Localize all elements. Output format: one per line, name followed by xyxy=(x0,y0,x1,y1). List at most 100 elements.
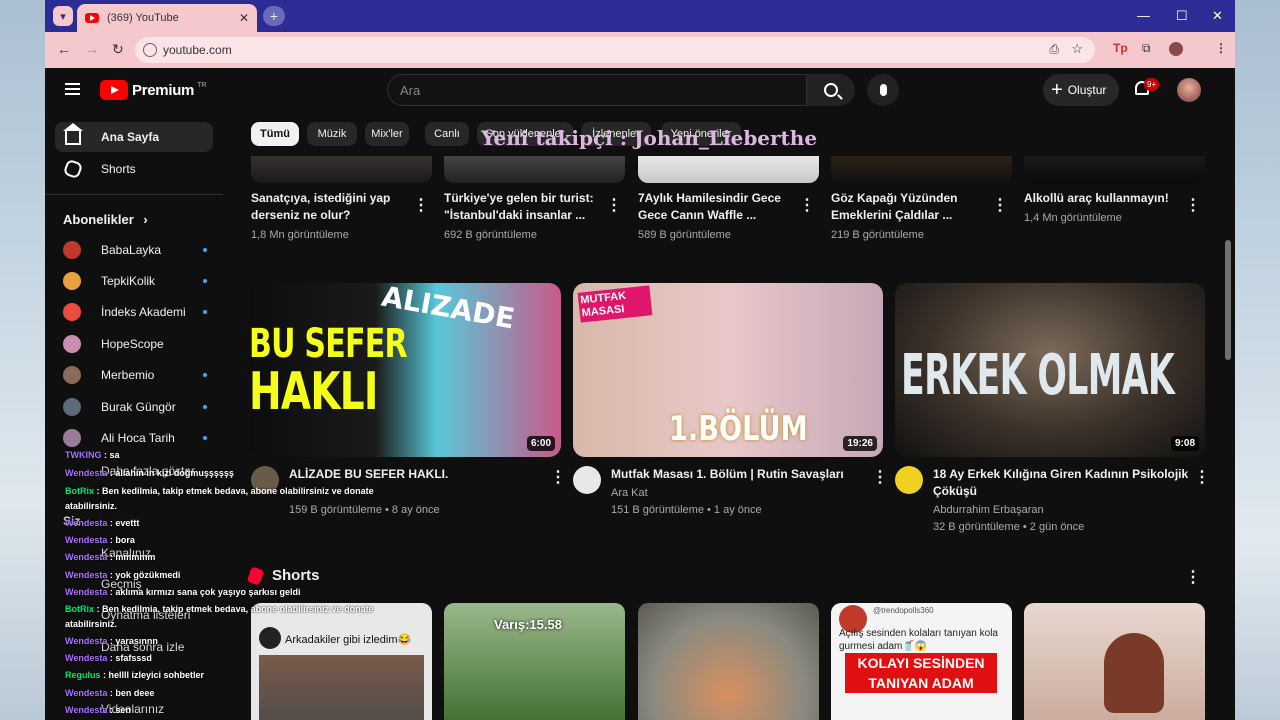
short-thumbnail[interactable]: @trendopolls360 Açılış sesinden kolaları… xyxy=(831,603,1012,720)
subscription-name: HopeScope xyxy=(101,337,164,351)
feed-scrollbar[interactable] xyxy=(1225,240,1231,360)
sidebar-item-shorts[interactable]: Shorts xyxy=(55,154,213,184)
video-meta: 151 B görüntüleme • 1 ay önce xyxy=(611,504,762,516)
short-handle: @trendopolls360 xyxy=(873,606,934,615)
video-thumbnail[interactable]: BU SEFER HAKLI ALIZADE 6:00 xyxy=(251,283,561,457)
chat-username: Wendesta xyxy=(65,636,108,646)
video-meta: 589 B görüntüleme xyxy=(638,229,731,241)
video-more-icon[interactable] xyxy=(992,195,1008,215)
close-window-icon[interactable]: ✕ xyxy=(1212,8,1223,24)
subscriptions-title: Abonelikler xyxy=(63,212,134,227)
notification-badge: 9+ xyxy=(1144,78,1160,91)
subscription-name: Merbemio xyxy=(101,368,155,382)
browser-menu-icon[interactable]: ⋮ xyxy=(1215,41,1227,55)
sidebar-subscription[interactable]: Burak Güngör xyxy=(63,393,213,421)
subscription-name: İndeks Akademi xyxy=(101,305,186,319)
video-title[interactable]: Türkiye'ye gelen bir turist: "İstanbul'da… xyxy=(444,190,594,224)
sidebar-subscription[interactable]: BabaLayka xyxy=(63,236,213,264)
chat-message: : mmmmm xyxy=(109,552,156,562)
chat-username: Wendesta xyxy=(65,468,108,478)
video-thumbnail[interactable]: MUTFAK MASASI 1.BÖLÜM 19:26 xyxy=(573,283,883,457)
forward-icon[interactable]: → xyxy=(85,41,99,57)
install-app-icon[interactable]: ⎙ xyxy=(1049,42,1059,57)
voice-search-button[interactable] xyxy=(867,74,899,106)
video-title[interactable]: 18 Ay Erkek Kılığına Giren Kadının Psiko… xyxy=(933,466,1195,500)
sidebar-subscription[interactable]: HopeScope xyxy=(63,330,213,358)
channel-avatar xyxy=(63,398,81,416)
channel-avatar xyxy=(63,241,81,259)
video-thumbnail[interactable] xyxy=(638,156,819,183)
video-more-icon[interactable] xyxy=(550,467,566,487)
chat-message: : sfafsssd xyxy=(109,653,152,663)
channel-name[interactable]: Abdurrahim Erbaşaran xyxy=(933,503,1044,518)
extension-icon[interactable]: Tp xyxy=(1113,41,1128,55)
video-title[interactable]: 7Aylık Hamilesindir Gece Gece Canın Waffl… xyxy=(638,190,781,224)
channel-name[interactable]: Ara Kat xyxy=(611,486,648,501)
address-field[interactable]: youtube.com ⎙ ☆ xyxy=(135,37,1095,63)
desktop-background-left xyxy=(0,0,45,720)
video-more-icon[interactable] xyxy=(413,195,429,215)
video-more-icon[interactable] xyxy=(1194,467,1210,487)
minimize-icon[interactable]: — xyxy=(1137,8,1150,23)
tab-close-icon[interactable]: ✕ xyxy=(239,11,249,25)
sidebar-subscription[interactable]: TepkiKolik xyxy=(63,267,213,295)
shorts-more-icon[interactable] xyxy=(1185,567,1201,587)
video-thumbnail[interactable] xyxy=(444,156,625,183)
chat-message: : ben deee xyxy=(109,688,155,698)
reload-icon[interactable]: ↻ xyxy=(112,41,124,58)
site-info-icon[interactable] xyxy=(143,43,157,57)
video-title-line: derseniz ne olur? xyxy=(251,208,351,222)
chat-message: : Ben kedilmia, takip etmek bedava, abon… xyxy=(96,486,374,496)
video-title[interactable]: Alkollü araç kullanmayın! xyxy=(1024,190,1169,207)
chat-message: : sa xyxy=(104,450,120,460)
account-avatar[interactable] xyxy=(1177,78,1201,102)
video-thumbnail[interactable] xyxy=(251,156,432,183)
menu-icon[interactable] xyxy=(65,83,80,95)
youtube-logo[interactable]: Premium TR xyxy=(100,80,206,100)
extensions-puzzle-icon[interactable]: ⧉ xyxy=(1142,41,1151,56)
maximize-icon[interactable]: ☐ xyxy=(1176,8,1188,24)
channel-avatar[interactable] xyxy=(573,466,601,494)
video-thumbnail[interactable] xyxy=(1024,156,1205,183)
chip-all[interactable]: Tümü xyxy=(251,122,299,146)
chat-username: Wendesta xyxy=(65,587,108,597)
thumbnail-text: BU SEFER HAKLI xyxy=(251,323,408,422)
desktop-background-right xyxy=(1235,0,1280,720)
short-thumbnail[interactable] xyxy=(1024,603,1205,720)
chip-music[interactable]: Müzik xyxy=(307,122,357,146)
channel-avatar[interactable] xyxy=(895,466,923,494)
sidebar-subscription[interactable]: Merbemio xyxy=(63,361,213,389)
chip-mixes[interactable]: Mix'ler xyxy=(365,122,409,146)
video-title[interactable]: Göz Kapağı Yüzünden Emeklerini Çaldılar .… xyxy=(831,190,957,224)
sidebar-item-home[interactable]: Ana Sayfa xyxy=(55,122,213,152)
chip-live[interactable]: Canlı xyxy=(425,122,469,146)
video-thumbnail[interactable]: ERKEK OLMAK 9:08 xyxy=(895,283,1205,457)
short-thumbnail[interactable] xyxy=(638,603,819,720)
profile-avatar-icon[interactable] xyxy=(1169,42,1183,56)
video-more-icon[interactable] xyxy=(1185,195,1201,215)
back-icon[interactable]: ← xyxy=(57,41,71,57)
video-title-line: Sanatçıya, istediğini yap xyxy=(251,191,391,205)
video-title[interactable]: Sanatçıya, istediğini yap derseniz ne olu… xyxy=(251,190,390,224)
subscriptions-heading[interactable]: Abonelikler › xyxy=(63,212,148,227)
short-image xyxy=(1104,633,1164,713)
new-content-dot xyxy=(203,436,207,440)
chat-message: : bora xyxy=(109,535,135,545)
search-input[interactable]: Ara xyxy=(387,74,807,106)
new-tab-button[interactable]: + xyxy=(263,6,285,26)
video-more-icon[interactable] xyxy=(606,195,622,215)
bookmark-star-icon[interactable]: ☆ xyxy=(1071,41,1083,57)
video-more-icon[interactable] xyxy=(872,467,888,487)
youtube-header: Premium TR Ara + Oluştur 9+ xyxy=(45,68,1235,112)
tab-youtube[interactable]: (369) YouTube ✕ xyxy=(77,4,257,32)
video-title-line: Türkiye'ye gelen bir turist: xyxy=(444,191,594,205)
video-more-icon[interactable] xyxy=(799,195,815,215)
video-thumbnail[interactable] xyxy=(831,156,1012,183)
sidebar-subscription[interactable]: İndeks Akademi xyxy=(63,298,213,326)
search-button[interactable] xyxy=(807,74,855,106)
video-title[interactable]: Mutfak Masası 1. Bölüm | Rutin Savaşları xyxy=(611,466,844,483)
create-label: Oluştur xyxy=(1067,83,1107,97)
thumbnail-text-line: HAKLI xyxy=(251,362,378,422)
tab-search-button[interactable]: ▾ xyxy=(53,6,73,26)
create-button[interactable]: + Oluştur xyxy=(1043,74,1119,106)
